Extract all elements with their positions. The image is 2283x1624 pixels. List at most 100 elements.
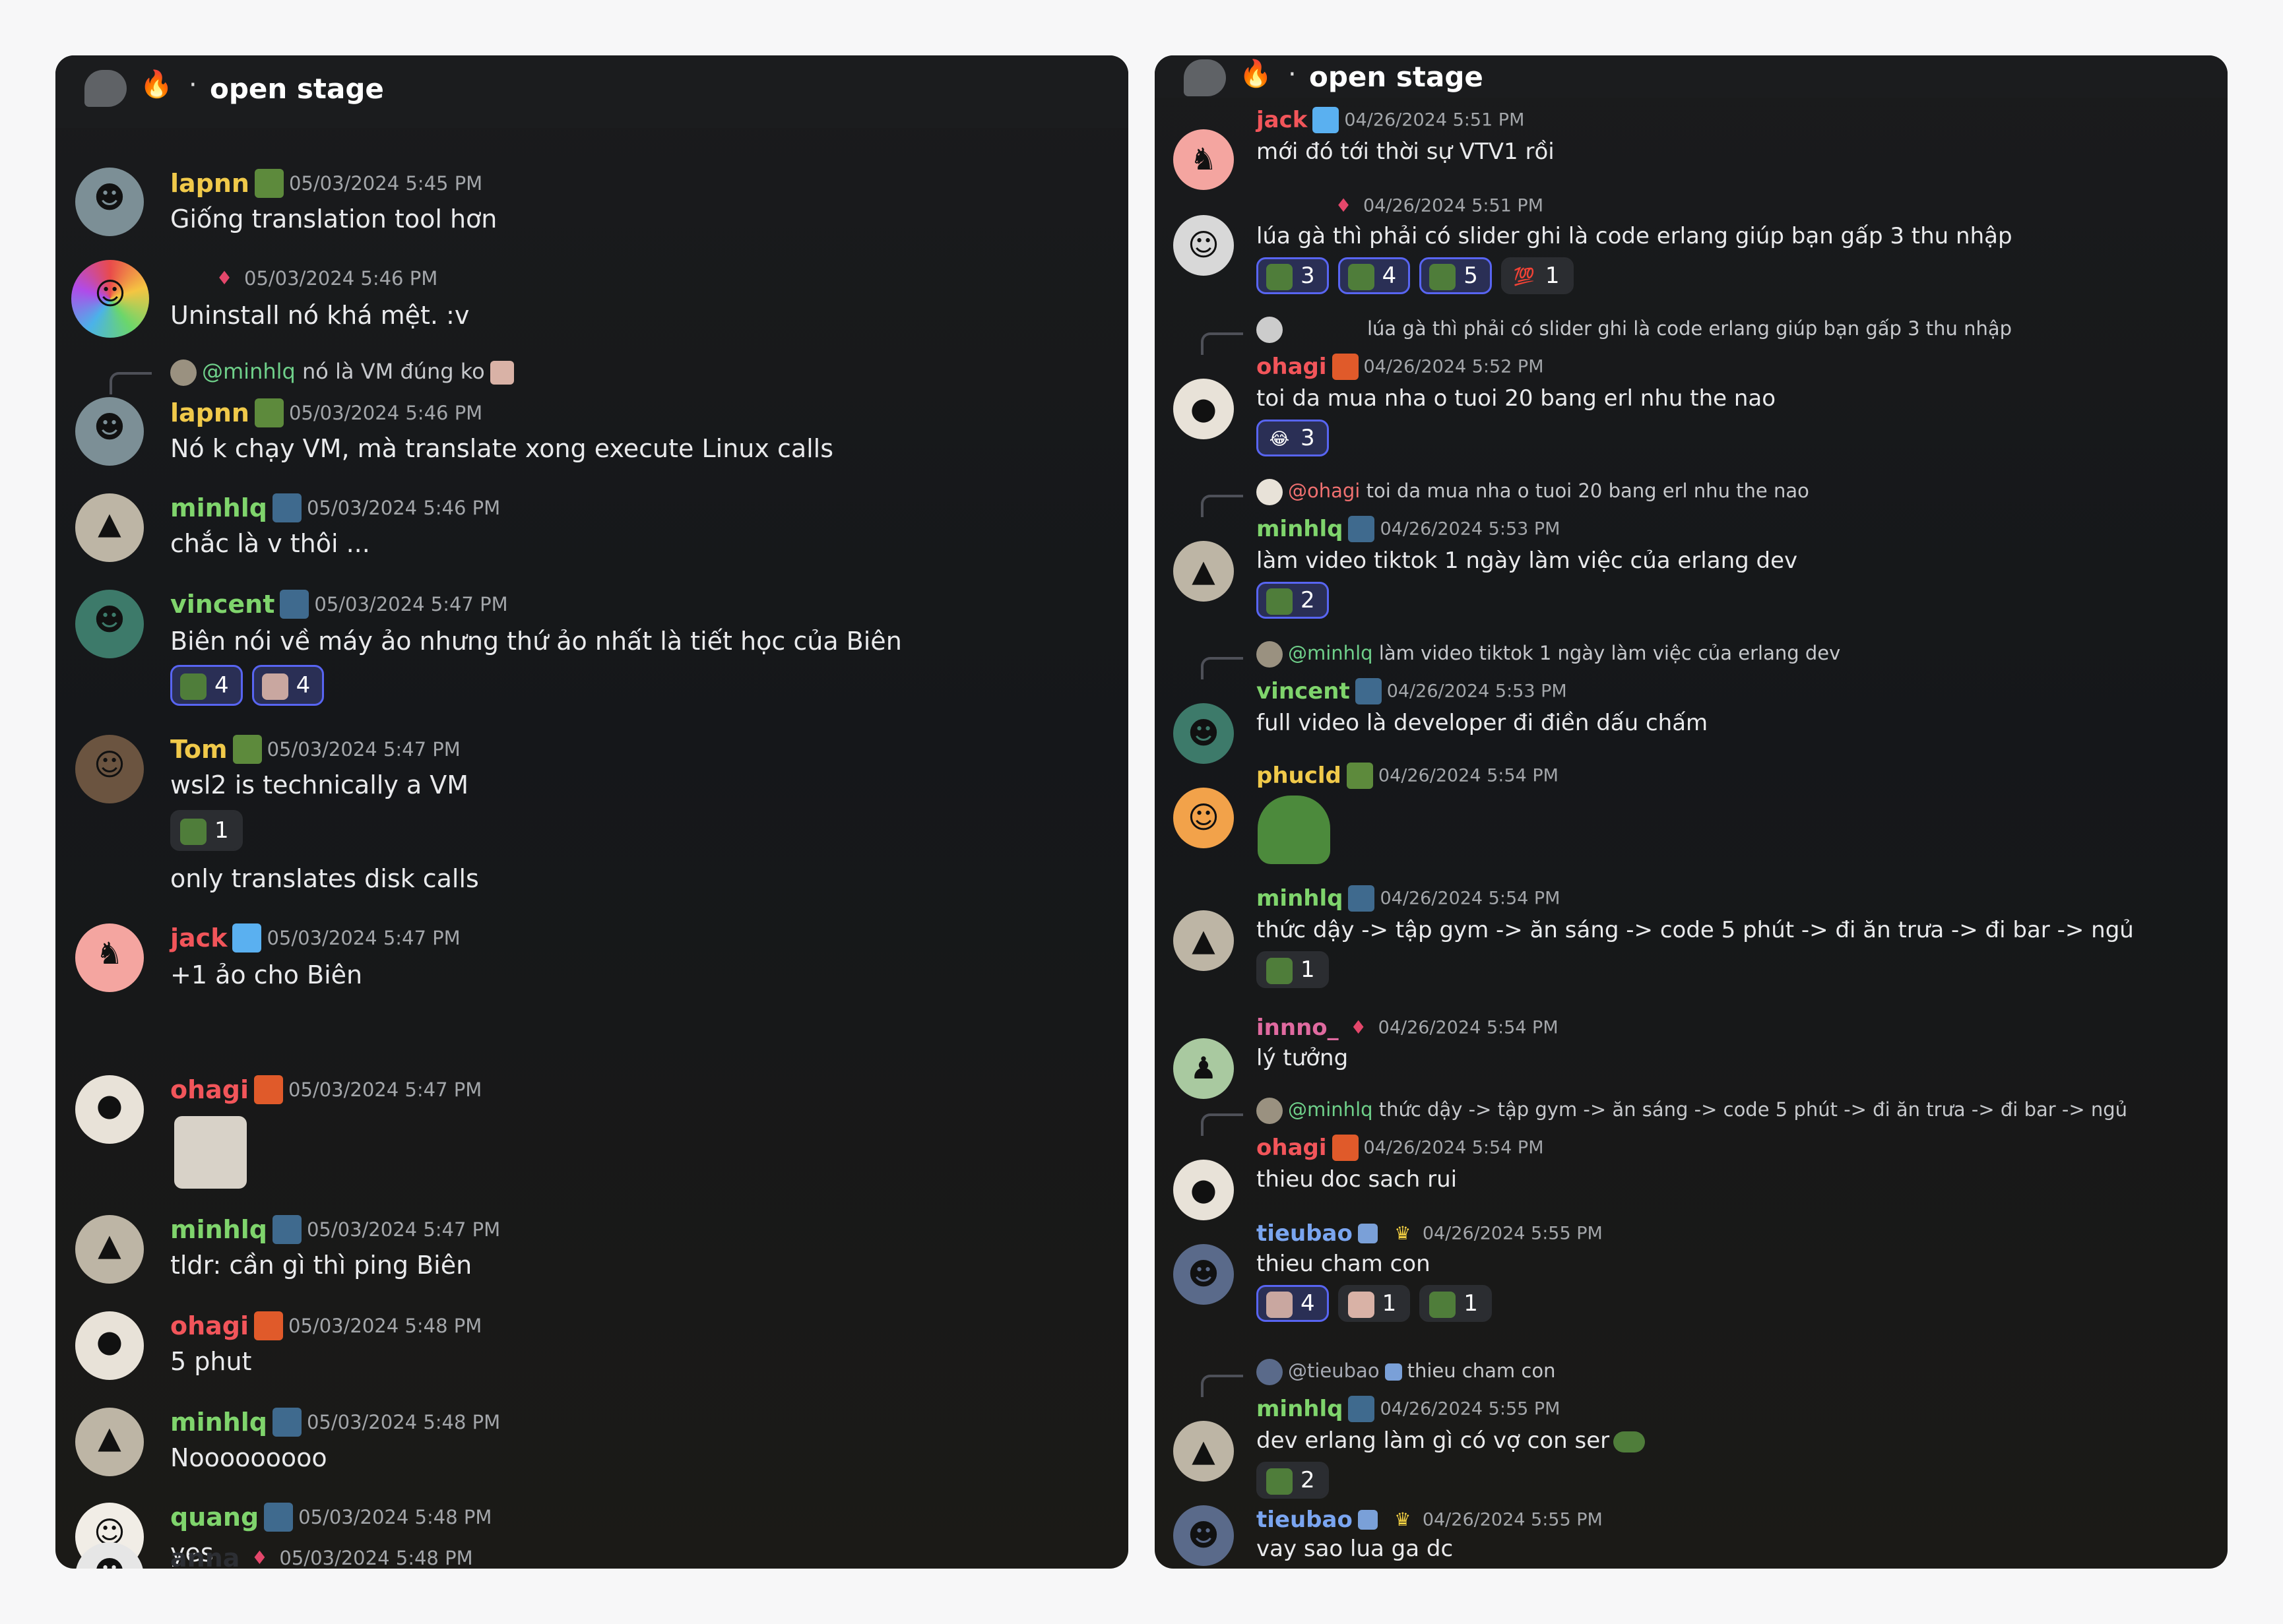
pepe-sticker-image[interactable] [1258,796,1330,864]
username[interactable]: minhlq [1256,516,1343,542]
pepe-emoji-icon [1266,957,1293,984]
spire-avatar-icon: ▲ [98,505,121,541]
username[interactable]: jack [1256,107,1307,133]
username[interactable]: lapnn [170,169,249,198]
reply-preview[interactable]: @minhlq thức dậy -> tập gym -> ăn sáng -… [1256,1098,2127,1124]
fire-icon: 🔥 [1239,59,1272,89]
timestamp: 05/03/2024 5:46 PM [244,267,438,290]
username[interactable]: ohagi [170,1311,249,1340]
reaction[interactable]: 4 [1337,257,1411,294]
reaction[interactable]: 1 [170,810,243,851]
reply-mention[interactable]: @ohagi [1288,480,1360,502]
username[interactable]: tieubao [1256,1220,1353,1247]
message-header: innno_ ♦ 04/26/2024 5:54 PM [1256,1013,1559,1046]
username[interactable]: phucld [1256,763,1341,789]
username[interactable]: minhlq [1256,885,1343,912]
avatar[interactable]: ☺ [1173,215,1234,276]
username[interactable]: vincent [1256,678,1350,704]
avatar[interactable]: ▲ [75,1408,144,1476]
reply-mention[interactable]: @minhlq [1288,642,1373,664]
avatar[interactable]: ☺ [75,735,144,803]
avatar[interactable]: ☺ [71,260,149,338]
pepe-badge-icon [280,590,309,619]
avatar[interactable]: ♞ [1173,129,1234,190]
avatar[interactable]: ☺ [1173,788,1234,848]
reply-mention[interactable]: @tieubao [1288,1359,1380,1382]
username[interactable]: ohagi [1256,354,1327,380]
username[interactable]: lapnn [170,398,249,427]
avatar[interactable]: ● [1173,1160,1234,1220]
avatar[interactable]: ▲ [75,1215,144,1284]
avatar[interactable]: ● [1173,379,1234,439]
timestamp: 05/03/2024 5:47 PM [314,593,508,615]
reactions: 😂 3 [1256,420,1338,456]
username[interactable]: innno_ [1256,1015,1339,1041]
reply-preview[interactable]: @tieubao thieu cham con [1256,1359,1555,1385]
character-avatar-icon: ☻ [1188,1256,1219,1292]
avatar[interactable]: ● [75,1075,144,1144]
username[interactable]: minhlq [170,1215,267,1244]
channel-title[interactable]: open stage [1309,61,1483,93]
message-text: 5 phut [170,1347,252,1376]
reply-preview[interactable]: lúa gà thì phải có slider ghi là code er… [1256,317,2012,343]
avatar[interactable]: ☻ [75,590,144,658]
username[interactable]: quang [170,1503,259,1532]
username[interactable]: jack [170,923,227,953]
badge-icon [1332,1135,1359,1161]
avatar[interactable]: ♟ [1173,1038,1234,1099]
reaction[interactable]: 1 [1419,1285,1492,1322]
username[interactable]: minhlq [1256,1396,1343,1422]
reaction[interactable]: 5 [1419,257,1492,294]
separator-dot: · [189,70,197,100]
stage-channel-icon[interactable] [84,70,127,107]
reply-mention[interactable]: @minhlq [202,359,296,384]
avatar[interactable]: ▲ [75,493,144,562]
reaction[interactable]: 2 [1256,1462,1329,1499]
avatar[interactable]: ☻ [75,168,144,236]
timestamp: 05/03/2024 5:47 PM [267,738,461,761]
rabbit-avatar-icon: ☺ [1188,227,1219,263]
reply-preview[interactable]: @minhlq nó là VM đúng ko [170,359,519,386]
avatar[interactable]: ☻ [1173,703,1234,764]
username[interactable]: tieubao [1256,1507,1353,1533]
username[interactable]: vincent [170,590,274,619]
stage-channel-icon[interactable] [1184,59,1226,96]
reaction[interactable]: 1 [1256,951,1329,988]
reaction[interactable]: 1 [1337,1285,1411,1322]
channel-title[interactable]: open stage [210,73,384,105]
avatar[interactable]: ▲ [1173,1421,1234,1482]
avatar[interactable]: ☻ [1173,1505,1234,1566]
reaction[interactable]: 3 [1256,257,1329,294]
reply-preview[interactable]: @ohagi toi da mua nha o tuoi 20 bang erl… [1256,479,1809,505]
avatar[interactable]: ♞ [75,923,144,992]
reply-mention[interactable]: @minhlq [1288,1098,1373,1121]
username[interactable]: ohagi [170,1075,249,1104]
avatar[interactable]: ▲ [1173,910,1234,971]
username[interactable]: minhlq [170,493,267,522]
avatar[interactable]: ● [75,1311,144,1380]
timestamp: 04/26/2024 5:55 PM [1422,1509,1603,1530]
avatar[interactable]: ☻ [1173,1244,1234,1305]
username[interactable]: Tom [170,735,228,764]
reply-preview[interactable]: @minhlq làm video tiktok 1 ngày làm việc… [1256,641,1840,668]
cat-sticker-image[interactable] [174,1116,247,1189]
reaction[interactable]: 4 [170,665,243,706]
username[interactable]: minhlq [170,1408,267,1437]
cat-emoji-icon [1266,1291,1293,1318]
timestamp: 04/26/2024 5:54 PM [1378,1017,1559,1038]
avatar[interactable]: ☺ [75,1503,144,1569]
reaction[interactable]: 2 [1256,582,1329,619]
reactions: 1 [170,810,252,851]
reactions: 2 [1256,582,1338,619]
reaction[interactable]: 4 [1256,1285,1329,1322]
message-text: thức dậy -> tập gym -> ăn sáng -> code 5… [1256,917,2134,943]
reaction[interactable]: 😂 3 [1256,420,1329,456]
reaction[interactable]: 💯 1 [1500,257,1574,294]
username[interactable]: ohagi [1256,1135,1327,1161]
message-header: minhlq 05/03/2024 5:46 PM [170,493,500,526]
avatar[interactable]: ☻ [75,397,144,466]
avatar[interactable]: ▲ [1173,541,1234,602]
reaction[interactable]: 4 [251,665,325,706]
message-text: thieu cham con [1256,1251,1431,1277]
badge-icon [254,1311,284,1340]
